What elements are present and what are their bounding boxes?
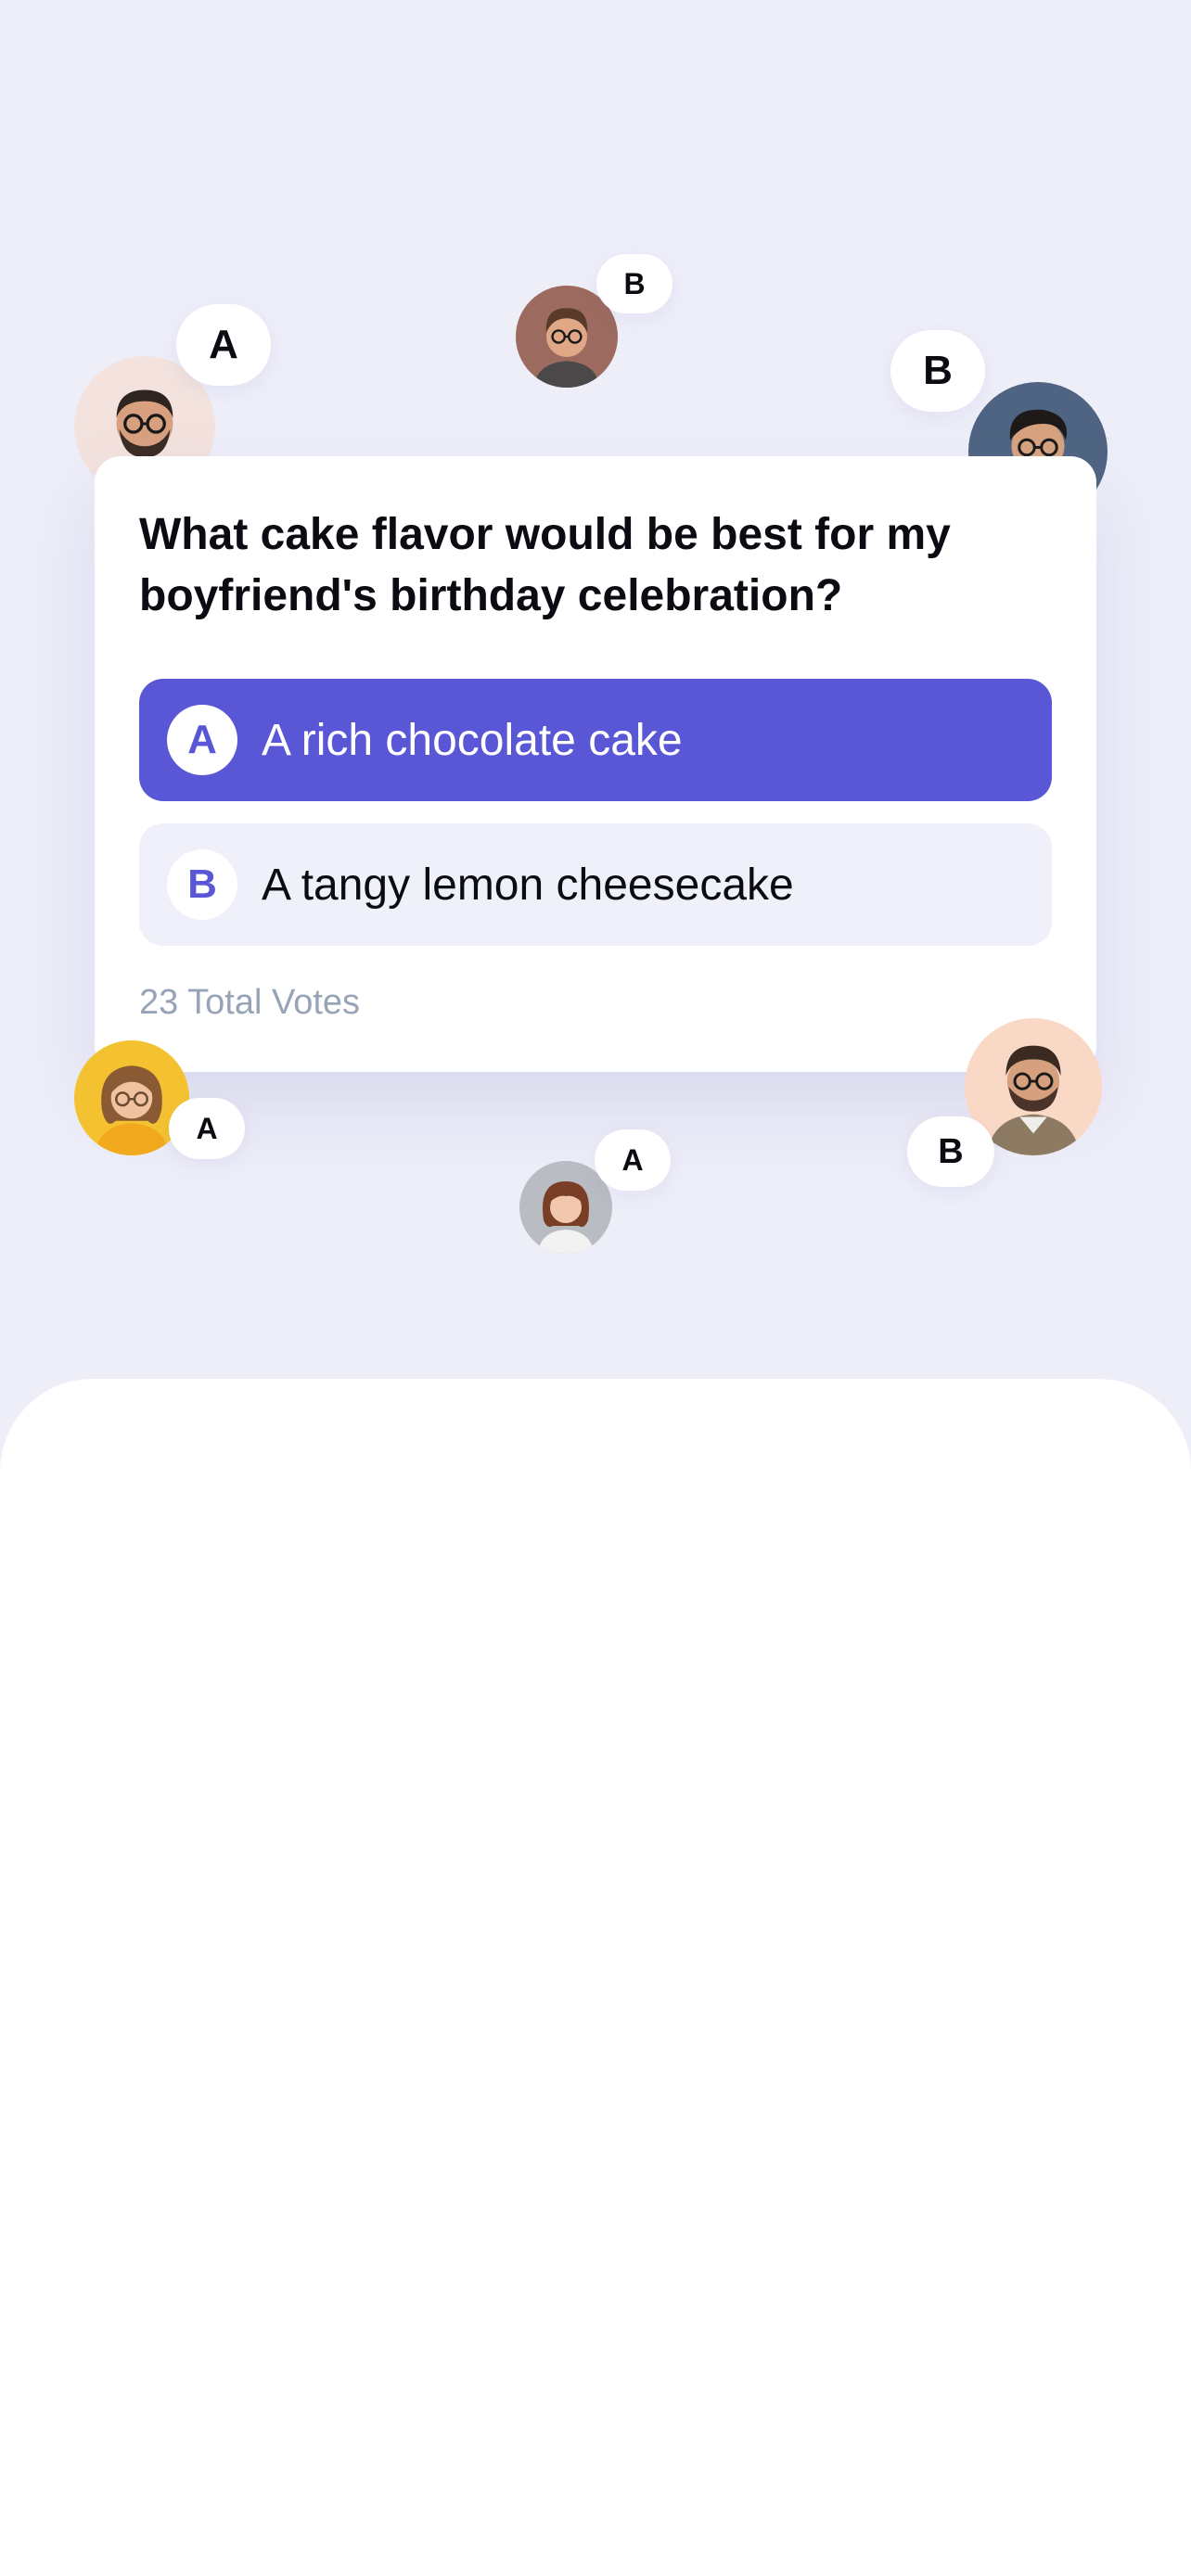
vote-bubble-1: A bbox=[176, 304, 271, 386]
poll-card: What cake flavor would be best for my bo… bbox=[95, 456, 1096, 1072]
option-label: A rich chocolate cake bbox=[262, 715, 683, 765]
vote-bubble-6: B bbox=[907, 1116, 994, 1187]
vote-bubble-4: A bbox=[169, 1098, 245, 1159]
vote-bubble-2: B bbox=[596, 254, 672, 313]
poll-question: What cake flavor would be best for my bo… bbox=[139, 510, 951, 620]
poll-option-a[interactable]: A A rich chocolate cake bbox=[139, 679, 1052, 801]
bottom-sheet bbox=[0, 1379, 1191, 2576]
option-letter-badge: A bbox=[167, 705, 237, 775]
option-label: A tangy lemon cheesecake bbox=[262, 860, 794, 910]
option-letter-badge: B bbox=[167, 849, 237, 920]
poll-option-b[interactable]: B A tangy lemon cheesecake bbox=[139, 823, 1052, 946]
vote-bubble-3: B bbox=[890, 330, 985, 412]
vote-bubble-5: A bbox=[595, 1129, 671, 1191]
total-votes: 23 Total Votes bbox=[139, 983, 361, 1022]
